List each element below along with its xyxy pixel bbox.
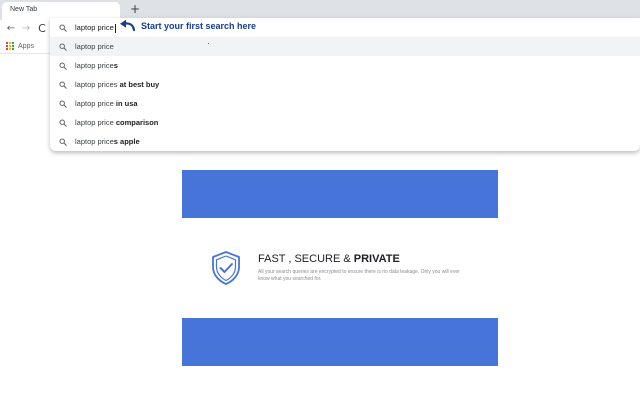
suggestion-list: laptop price laptop prices laptop prices… (50, 37, 640, 151)
suggestion-item[interactable]: laptop prices (50, 56, 640, 75)
shield-check-icon (212, 251, 240, 285)
omnibox-dropdown: laptop price Start your first search her… (50, 18, 640, 151)
search-icon (59, 24, 67, 32)
suggestion-item[interactable]: laptop price comparison (50, 113, 640, 132)
search-icon (59, 81, 67, 89)
reload-button[interactable]: C (35, 22, 49, 36)
search-icon (59, 62, 67, 70)
feature-section: FAST , SECURE & PRIVATE All your search … (208, 250, 498, 290)
suggestion-text: laptop price comparison (75, 118, 159, 127)
feature-description: All your search queries are encrypted to… (258, 269, 460, 282)
search-icon (59, 43, 67, 51)
suggestion-text: laptop price (75, 42, 114, 51)
back-button[interactable]: ← (4, 22, 18, 36)
suggestion-text: laptop prices at best buy (75, 80, 160, 89)
tab-title: New Tab (10, 6, 38, 13)
suggestion-text: laptop price in usa (75, 99, 138, 108)
bottom-banner (182, 318, 498, 366)
suggestion-text: laptop prices apple (75, 137, 140, 146)
suggestion-item[interactable]: laptop price in usa (50, 94, 640, 113)
search-icon (59, 138, 67, 146)
search-icon (59, 100, 67, 108)
search-icon (59, 119, 67, 127)
forward-button[interactable]: → (19, 22, 33, 36)
apps-shortcut[interactable]: Apps (6, 41, 34, 51)
arrow-left-icon (120, 19, 136, 32)
address-bar[interactable]: laptop price Start your first search her… (50, 18, 640, 38)
tab-strip: New Tab + (0, 0, 640, 20)
top-banner (182, 170, 498, 218)
search-hint: Start your first search here (118, 19, 256, 33)
apps-label: Apps (18, 42, 34, 50)
mouse-cursor-dot (208, 43, 209, 44)
suggestion-item[interactable]: laptop prices at best buy (50, 75, 640, 94)
suggestion-item[interactable]: laptop price (50, 37, 640, 56)
text-caret (114, 23, 116, 33)
hint-text: Start your first search here (141, 21, 257, 31)
apps-grid-icon (6, 42, 14, 50)
feature-title: FAST , SECURE & PRIVATE (258, 253, 400, 265)
new-tab-button[interactable]: + (128, 3, 142, 17)
suggestion-text: laptop prices (75, 61, 118, 70)
address-input[interactable]: laptop price (75, 23, 116, 33)
suggestion-item[interactable]: laptop prices apple (50, 132, 640, 151)
